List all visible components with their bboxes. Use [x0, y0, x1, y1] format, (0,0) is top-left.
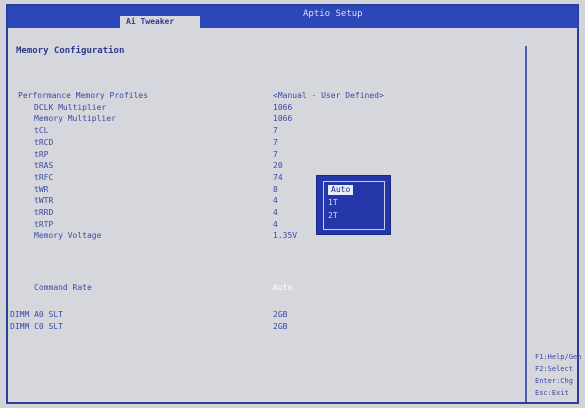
setting-value[interactable]: 4 [273, 219, 278, 231]
setting-value[interactable]: 7 [273, 125, 278, 137]
setting-value[interactable]: <Manual - User Defined> [273, 90, 384, 102]
popup-option-auto[interactable]: Auto [328, 185, 354, 195]
setting-value[interactable]: 7 [273, 149, 278, 161]
dimm-value: 2GB [273, 310, 288, 319]
app-title: Aptio Setup [303, 9, 363, 19]
setting-label: tWR [34, 184, 49, 194]
setting-label: tRP [34, 149, 49, 159]
setting-label: tRCD [34, 137, 54, 147]
title-bar: Aptio Setup Ai Tweaker [8, 6, 577, 28]
setting-value[interactable]: 4 [273, 207, 278, 219]
dimm-value: 2GB [273, 322, 288, 331]
popup-option-2t[interactable]: 2T [328, 211, 338, 221]
setting-label: Memory Multiplier [34, 114, 116, 124]
dimm-label: DIMM C0 SLT [10, 322, 63, 331]
help-panel-divider [525, 46, 527, 402]
help-line-1: F1:Help/Gen [535, 353, 582, 361]
setting-value[interactable]: 20 [273, 160, 283, 172]
setting-label: tRRD [34, 208, 54, 217]
setting-label: Memory Voltage [34, 231, 102, 241]
setting-value[interactable]: 1.35V [273, 230, 297, 242]
setting-value[interactable]: 8 [273, 184, 278, 196]
dimm-label: DIMM A0 SLT [10, 310, 63, 319]
setting-label: tWTR [34, 196, 54, 206]
setting-label: tRFC [34, 172, 54, 182]
monitor-screen: Aptio Setup Ai Tweaker Memory Configurat… [0, 0, 585, 408]
setting-value[interactable]: 4 [273, 195, 278, 207]
setting-label: tRTP [34, 219, 54, 229]
setting-label: DCLK Multiplier [34, 102, 107, 112]
popup-option-1t[interactable]: 1T [328, 198, 338, 208]
page-title: Memory Configuration [16, 46, 125, 56]
command-rate-label: Command Rate [34, 283, 92, 292]
help-line-2: F2:Select [535, 365, 573, 373]
bios-window: Aptio Setup Ai Tweaker Memory Configurat… [6, 4, 581, 404]
setting-value[interactable]: 74 [273, 172, 283, 184]
command-rate-value[interactable]: Auto [273, 282, 292, 294]
help-line-4: Esc:Exit [535, 389, 569, 397]
tab-ai-tweaker[interactable]: Ai Tweaker [120, 16, 200, 28]
setting-label: tCL [34, 126, 49, 136]
setting-value[interactable]: 7 [273, 137, 278, 149]
setting-label: tRAS [34, 161, 54, 171]
help-line-3: Enter:Chg [535, 377, 573, 385]
option-popup[interactable]: Auto 1T 2T [316, 175, 391, 235]
setting-value[interactable]: 1066 [273, 102, 292, 114]
setting-value[interactable]: 1066 [273, 113, 292, 125]
popup-inner-frame: Auto 1T 2T [323, 181, 385, 230]
setting-label: Performance Memory Profiles [18, 91, 149, 100]
